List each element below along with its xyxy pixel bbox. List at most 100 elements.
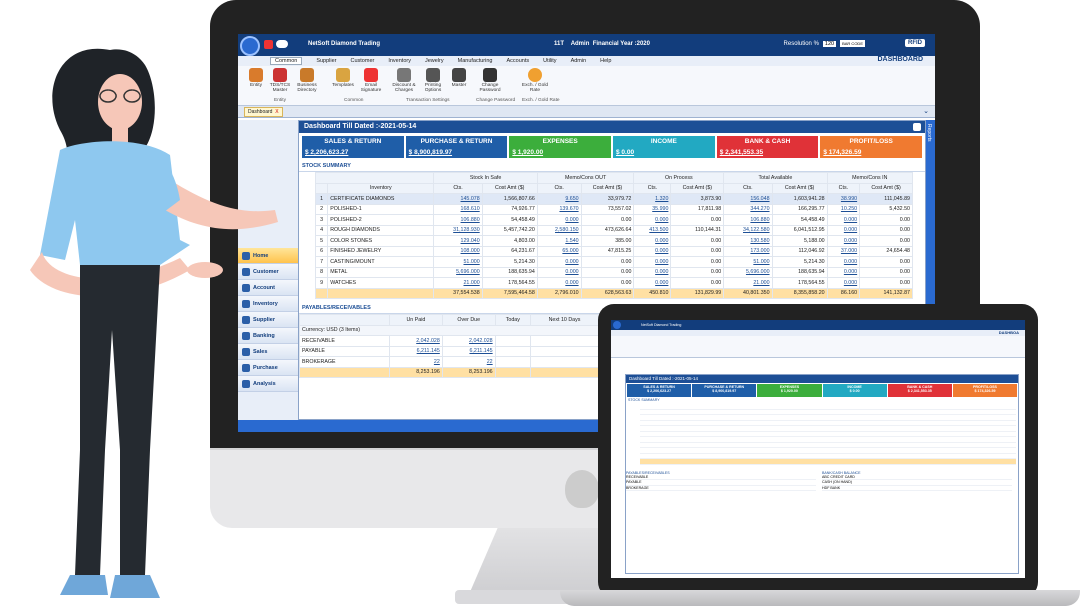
table-cell: 3,873.90 [670, 193, 725, 205]
table-cell: 0.000 [633, 245, 672, 257]
table-cell: 106.880 [433, 214, 483, 226]
kpi-tile[interactable]: SALES & RETURN $ 2,206,623.27 [302, 136, 404, 158]
laptop-ribbon [611, 336, 1025, 358]
table-cell: 0.000 [536, 277, 582, 289]
resolution-input[interactable]: 120 [822, 40, 837, 47]
table-cell: 5,432.50 [859, 203, 913, 215]
kpi-value: $ 2,341,553.35 [719, 149, 764, 156]
laptop-bank-balance: BANK/CASH BALANCE ABC CREDIT CARD CASH (O… [822, 471, 1012, 491]
pay-overdue: 2,042.028 [441, 335, 496, 347]
table-cell: 0.000 [633, 256, 672, 268]
app-title: NetSoft Diamond Trading [308, 41, 380, 47]
ribbon-discount[interactable]: Discount & Charges [390, 68, 418, 93]
menu-accounts[interactable]: Accounts [506, 58, 529, 64]
table-row[interactable]: 8 METAL 5,696.000 188,635.94 0.000 0.00 0.000 0… [314, 266, 913, 278]
pay-label: RECEIVABLE [299, 335, 390, 347]
pay-unpaid: 6,211.145 [389, 345, 443, 357]
table-row[interactable]: 3 POLISHED-2 106.880 54,458.49 0.000 0.00 0.00… [314, 214, 913, 226]
menu-supplier[interactable]: Supplier [316, 58, 336, 64]
table-cell: POLISHED-2 [327, 214, 435, 226]
table-cell: 64,231.67 [481, 245, 538, 257]
table-row[interactable]: PAYABLE 6,211.145 6,211.145 [299, 345, 600, 357]
laptop-logo-icon [613, 321, 621, 329]
laptop-dashboard: Dashboard Till Dated :-2021-05-14 SALES … [625, 374, 1019, 574]
laptop-menu-bar: DASHBOA [611, 330, 1025, 336]
table-row[interactable]: 7 CASTING/MOUNT 51.000 5,214.30 0.000 0.00 0.0… [314, 256, 913, 268]
table-row[interactable]: 5 COLOR STONES 129.040 4,803.00 1.540 385.00 0… [314, 235, 913, 247]
barcode-button[interactable]: BAR CODE [840, 40, 865, 47]
table-cell: 0.00 [580, 277, 635, 289]
pay-group-row[interactable]: Currency: USD (3 Items) [299, 324, 599, 336]
table-cell: 0.000 [633, 266, 672, 278]
ribbon-change-password[interactable]: Change Password [476, 68, 504, 93]
kpi-value: $ 8,900,819.97 [408, 149, 453, 156]
pay-unpaid: 22 [389, 356, 443, 368]
kpi-tile[interactable]: INCOME $ 0.00 [613, 136, 715, 158]
table-cell: 385.00 [580, 235, 635, 247]
table-cell: 106.880 [723, 214, 773, 226]
total-cell: 131,829.99 [670, 287, 725, 299]
menu-inventory[interactable]: Inventory [388, 58, 411, 64]
table-cell: 1 [314, 193, 329, 205]
table-cell: 5,188.00 [771, 235, 828, 247]
kpi-row: SALES & RETURN $ 2,206,623.27 PURCHASE & R… [299, 133, 925, 161]
table-cell: 0.000 [536, 214, 582, 226]
total-row: 37,554.538 7,595,464.58 2,796.010 628,563.6… [314, 287, 913, 299]
laptop-pay-row: BROKERAGE [626, 486, 816, 491]
menu-manufacturing[interactable]: Manufacturing [458, 58, 493, 64]
table-row[interactable]: 6 FINISHED JEWELRY 108.000 64,231.67 65.000 4… [314, 245, 913, 257]
table-cell: 9.650 [536, 193, 582, 205]
laptop-dashboard-heading: Dashboard Till Dated :-2021-05-14 [626, 375, 1018, 383]
stock-subheader: Cts. [536, 182, 582, 194]
table-cell: 47,815.25 [580, 245, 635, 257]
stock-summary-table[interactable]: Stock In Safe Memo/Cons OUT On Process Tota… [314, 172, 914, 299]
ribbon-templates[interactable]: Templates [330, 68, 356, 88]
ribbon-printing[interactable]: Printing Options [420, 68, 446, 93]
laptop-kpi-tile: BANK & CASH $ 2,341,553.35 [887, 384, 952, 397]
table-cell: 156.048 [723, 193, 773, 205]
table-cell: 178,564.55 [771, 277, 828, 289]
table-cell: 0.00 [859, 235, 913, 247]
stock-subheader: Cts. [723, 182, 773, 194]
kpi-tile[interactable]: EXPENSES $ 1,920.00 [509, 136, 612, 158]
title-bar: NetSoft Diamond Trading 11T Admin Financ… [238, 34, 935, 56]
table-row[interactable]: 2 POLISHED-1 168.610 74,926.77 139.670 73,557… [314, 203, 913, 215]
table-cell: 7 [314, 256, 329, 268]
kpi-tile[interactable]: PURCHASE & RETURN $ 8,900,819.97 [405, 136, 508, 158]
discount-icon [397, 68, 411, 82]
table-cell: 108.000 [433, 245, 483, 257]
table-row[interactable]: 4 ROUGH DIAMONDS 31,128.930 5,457,742.20 2,5… [314, 224, 913, 236]
table-cell: CERTIFICATE DIAMONDS [327, 193, 435, 205]
ribbon-gold-rate[interactable]: Exch. / Gold Rate [520, 68, 550, 93]
kpi-tile[interactable]: BANK & CASH $ 2,341,553.35 [716, 136, 819, 158]
templates-icon [336, 68, 350, 82]
kpi-tile[interactable]: PROFIT/LOSS $ 174,326.59 [820, 136, 923, 158]
ribbon-master[interactable]: Master [448, 68, 470, 88]
rfid-button[interactable]: RFID [905, 39, 925, 47]
menu-utility[interactable]: Utility [543, 58, 556, 64]
payables-table[interactable]: Un Paid Over Due Today Next 10 Days Currenc… [299, 314, 600, 378]
expand-icon[interactable] [913, 123, 921, 131]
pay-label: BROKERAGE [299, 356, 390, 368]
master-icon [452, 68, 466, 82]
menu-customer[interactable]: Customer [351, 58, 375, 64]
password-icon [483, 68, 497, 82]
table-row[interactable]: 1 CERTIFICATE DIAMONDS 145.078 1,566,807.66… [314, 193, 913, 205]
chevron-down-icon[interactable]: ⌄ [923, 107, 929, 115]
table-row[interactable]: 9 WATCHES 21.000 178,564.55 0.000 0.00 0.000 0.… [314, 277, 913, 289]
ribbon-email-signature[interactable]: Email Signature [358, 68, 384, 93]
table-row[interactable]: RECEIVABLE 2,042.028 2,042.028 [299, 335, 600, 347]
laptop-bank-row: HDF BANK [822, 486, 1012, 491]
menu-jewelry[interactable]: Jewelry [425, 58, 444, 64]
table-cell: 178,564.55 [481, 277, 538, 289]
table-cell: 24,654.48 [859, 245, 913, 257]
table-row[interactable]: BROKERAGE 22 22 [299, 356, 600, 368]
menu-admin[interactable]: Admin [571, 58, 587, 64]
table-cell: 1.320 [633, 193, 672, 205]
ribbon-business-directory[interactable]: Business Directory [294, 68, 320, 93]
table-cell: 1.540 [536, 235, 582, 247]
pay-overdue: 22 [441, 356, 496, 368]
laptop-payables: PAYABLES/RECEIVABLES RECEIVABLE PAYABLE BR… [626, 471, 816, 491]
menu-help[interactable]: Help [600, 58, 611, 64]
table-cell: 5,214.30 [771, 256, 828, 268]
